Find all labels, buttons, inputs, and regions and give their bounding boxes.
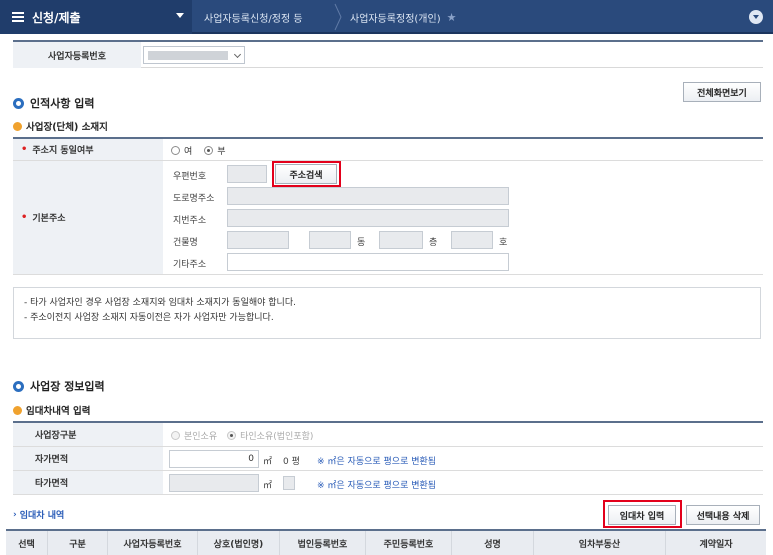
postal-code-field[interactable]: [227, 165, 267, 183]
lot-address-label: 지번주소: [173, 216, 207, 226]
postal-label: 우편번호: [173, 172, 207, 182]
convert-note: ※ ㎡은 자동으로 평으로 변환됨: [317, 457, 437, 467]
workplace-type-radios: 본인소유 타인소유(법인포함): [171, 429, 313, 442]
radio-no-label: 부: [217, 147, 226, 157]
m2-unit: ㎡: [263, 481, 273, 491]
subtitle-lease: 임대차내역 입력: [13, 403, 91, 417]
top-nav-bar: 신청/제출 사업자등록신청/정정 등 사업자등록정정(개인) ★: [0, 0, 773, 34]
radio-other[interactable]: [227, 431, 237, 440]
col-name[interactable]: 성명: [452, 531, 534, 555]
radio-own[interactable]: [171, 431, 180, 440]
col-select[interactable]: 선택: [6, 531, 48, 555]
col-type[interactable]: 구분: [48, 531, 108, 555]
same-address-row: • 주소지 동일여부 여 부: [13, 139, 763, 161]
other-address-label: 기타주소: [173, 260, 207, 270]
other-pyeong-field: [283, 476, 295, 490]
building-floor-field[interactable]: [379, 231, 423, 249]
delete-selected-button[interactable]: 선택내용 삭제: [686, 505, 760, 525]
workplace-type-label: 사업장구분: [13, 423, 163, 446]
section-title-text: 사업장 정보입력: [30, 380, 105, 393]
favorite-star-icon[interactable]: ★: [447, 11, 457, 24]
subsection-bullet-icon: [13, 121, 22, 131]
col-resident-number[interactable]: 주민등록번호: [366, 531, 452, 555]
subtitle-text: 사업장(단체) 소재지: [26, 122, 108, 133]
notice-line-2: - 주소이전지 사업장 소재지 자동이전은 자가 사업자만 가능합니다.: [24, 313, 274, 323]
dong-unit: 동: [357, 238, 366, 248]
section-bullet-icon: [13, 380, 24, 392]
business-number-row: 사업자등록번호: [13, 40, 763, 68]
convert-note: ※ ㎡은 자동으로 평으로 변환됨: [317, 481, 437, 491]
road-address-label: 도로명주소: [173, 194, 215, 204]
section-title-text: 인적사항 입력: [30, 97, 95, 110]
notice-box: - 타가 사업자인 경우 사업장 소재지와 임대차 소재지가 동일해야 합니다.…: [13, 287, 761, 339]
workplace-type-row: 사업장구분 본인소유 타인소유(법인포함): [13, 423, 763, 447]
subtitle-text: 임대차내역 입력: [26, 406, 91, 417]
same-address-radios: 여 부: [171, 144, 226, 157]
col-contract-date[interactable]: 계약일자: [666, 531, 766, 555]
own-area-field[interactable]: 0: [169, 450, 259, 468]
address-form: • 주소지 동일여부 여 부 • 기본주소 우편번호 주소검색 도로명주소 지번주소…: [13, 137, 763, 275]
base-address-label: • 기본주소: [13, 161, 163, 274]
required-mark: •: [21, 212, 28, 223]
floor-unit: 층: [429, 238, 438, 248]
business-number-select[interactable]: [143, 46, 245, 64]
col-company[interactable]: 상호(법인명): [198, 531, 280, 555]
subtitle-location: 사업장(단체) 소재지: [13, 119, 108, 133]
radio-yes[interactable]: [171, 146, 180, 155]
required-mark: •: [21, 144, 28, 155]
col-property[interactable]: 임차부동산: [534, 531, 666, 555]
room-unit: 호: [499, 238, 508, 248]
building-room-field[interactable]: [451, 231, 493, 249]
road-address-field[interactable]: [227, 187, 509, 205]
other-area-label: 타가면적: [13, 471, 163, 494]
section-title-personal: 인적사항 입력: [13, 95, 95, 111]
building-label: 건물명: [173, 238, 198, 248]
highlight-box: [272, 161, 341, 187]
fullscreen-button[interactable]: 전체화면보기: [683, 82, 761, 102]
menu-title: 신청/제출: [32, 10, 81, 25]
lease-list-title: › 임대차 내역: [13, 508, 65, 522]
lease-grid-header: 선택 구분 사업자등록번호 상호(법인명) 법인등록번호 주민등록번호 성명 임…: [6, 529, 766, 555]
nav-expand-icon[interactable]: [749, 10, 763, 24]
chevron-down-icon: [233, 50, 242, 59]
other-area-row: 타가면적 ㎡ ※ ㎡은 자동으로 평으로 변환됨: [13, 471, 763, 495]
radio-yes-label: 여: [184, 147, 193, 157]
redacted-value: [148, 51, 228, 60]
pyeong-value: 0 평: [283, 457, 300, 467]
radio-own-label: 본인소유: [184, 432, 218, 442]
caret-down-icon: [176, 13, 184, 18]
building-name-field[interactable]: [227, 231, 289, 249]
building-dong-field[interactable]: [309, 231, 351, 249]
other-area-field[interactable]: [169, 474, 259, 492]
radio-no[interactable]: [204, 146, 214, 155]
breadcrumb-item-2[interactable]: 사업자등록정정(개인) ★: [350, 0, 456, 34]
own-area-label: 자가면적: [13, 447, 163, 470]
col-biz-number[interactable]: 사업자등록번호: [108, 531, 198, 555]
m2-unit: ㎡: [263, 457, 273, 467]
breadcrumb-item-2-label: 사업자등록정정(개인): [350, 13, 441, 25]
lot-address-field[interactable]: [227, 209, 509, 227]
breadcrumb-item-1[interactable]: 사업자등록신청/정정 등: [204, 0, 303, 34]
workplace-form: 사업장구분 본인소유 타인소유(법인포함) 자가면적 0 ㎡ 0 평 ※ ㎡은 …: [13, 421, 763, 495]
own-area-row: 자가면적 0 ㎡ 0 평 ※ ㎡은 자동으로 평으로 변환됨: [13, 447, 763, 471]
highlight-box: [603, 500, 682, 528]
notice-line-1: - 타가 사업자인 경우 사업장 소재지와 임대차 소재지가 동일해야 합니다.: [24, 298, 296, 308]
section-bullet-icon: [13, 97, 24, 109]
breadcrumb-separator-icon: [333, 0, 343, 34]
arrow-right-icon: ›: [13, 509, 17, 520]
subsection-bullet-icon: [13, 405, 22, 415]
hamburger-icon[interactable]: [12, 12, 24, 22]
col-corp-number[interactable]: 법인등록번호: [280, 531, 366, 555]
section-title-workplace: 사업장 정보입력: [13, 378, 105, 394]
other-address-field[interactable]: [227, 253, 509, 271]
menu-dropdown[interactable]: 신청/제출: [0, 0, 192, 34]
radio-other-label: 타인소유(법인포함): [240, 432, 314, 442]
same-address-label: • 주소지 동일여부: [13, 139, 163, 160]
business-number-label: 사업자등록번호: [13, 42, 141, 68]
base-address-row: • 기본주소 우편번호 주소검색 도로명주소 지번주소 건물명 동 층 호 기타주…: [13, 161, 763, 275]
lease-list-label: 임대차 내역: [19, 511, 65, 521]
